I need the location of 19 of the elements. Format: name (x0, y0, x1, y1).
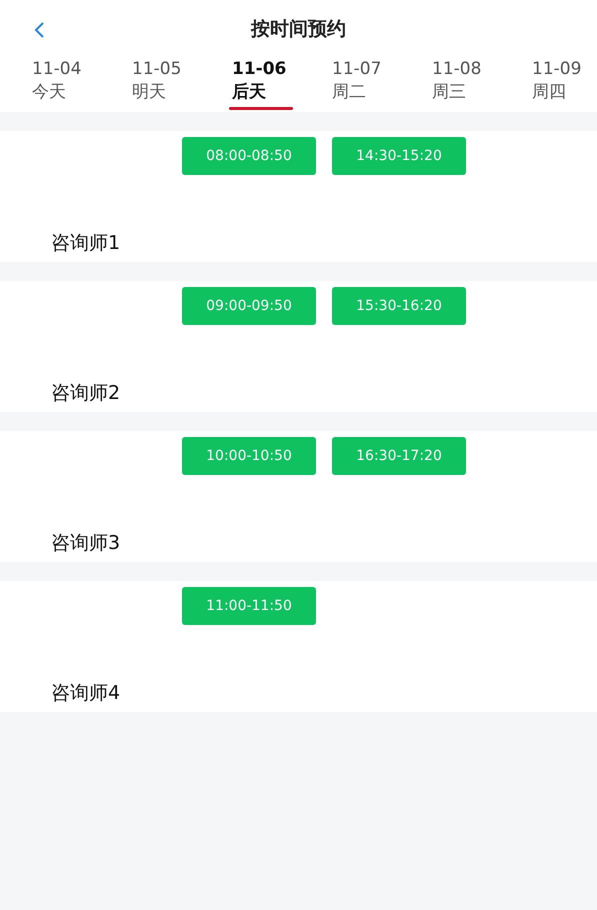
date-tab[interactable]: 11-09 周四 (532, 58, 597, 112)
time-slot-button[interactable]: 09:00-09:50 (182, 287, 316, 325)
time-slot-button[interactable]: 10:00-10:50 (182, 437, 316, 475)
date-tab[interactable]: 11-07 周二 (332, 58, 432, 112)
date-tab[interactable]: 11-04 今天 (32, 58, 132, 112)
time-slot-button[interactable]: 14:30-15:20 (332, 137, 466, 175)
date-tab[interactable]: 11-05 明天 (132, 58, 232, 112)
time-slot-button[interactable]: 15:30-16:20 (332, 287, 466, 325)
counselor-name: 咨询师2 (51, 381, 120, 406)
time-slot-button[interactable]: 08:00-08:50 (182, 137, 316, 175)
counselor-name: 咨询师4 (51, 681, 120, 706)
counselor-name: 咨询师1 (51, 231, 120, 256)
page-title: 按时间预约 (251, 17, 346, 42)
counselor-name: 咨询师3 (51, 531, 120, 556)
date-tab[interactable]: 11-06 后天 (232, 58, 332, 112)
date-tab[interactable]: 11-08 周三 (432, 58, 532, 112)
time-slot-button[interactable]: 16:30-17:20 (332, 437, 466, 475)
back-icon[interactable] (33, 21, 45, 39)
time-slot-button[interactable]: 11:00-11:50 (182, 587, 316, 625)
